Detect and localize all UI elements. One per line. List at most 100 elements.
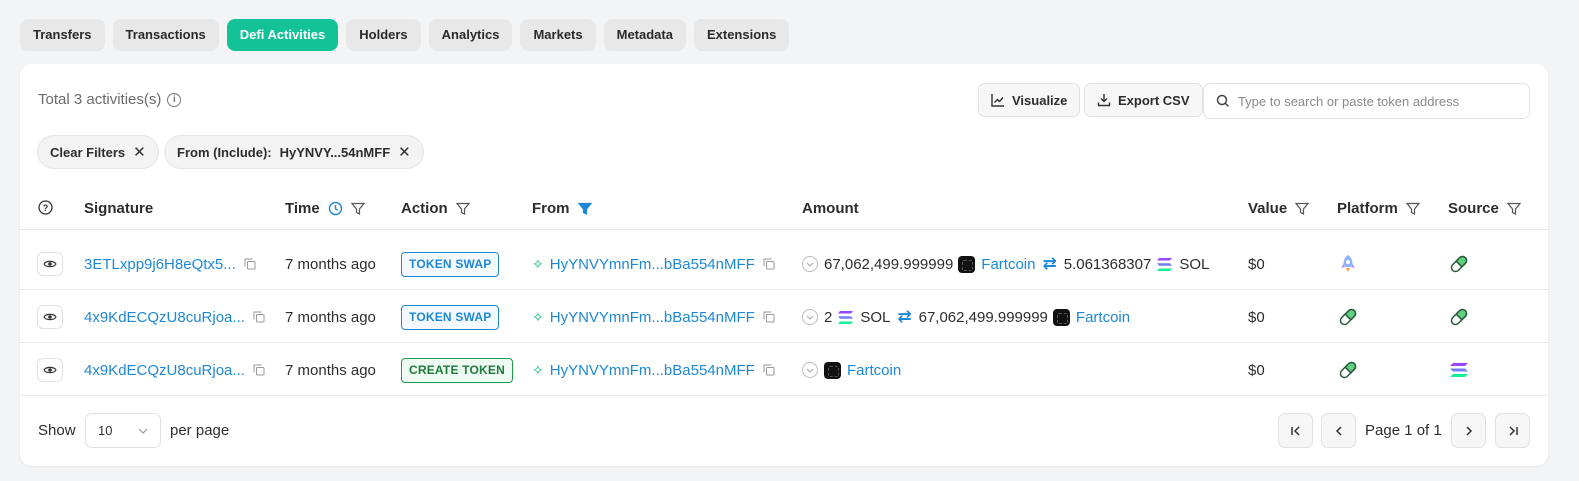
token-link[interactable]: Fartcoin: [847, 362, 901, 379]
from-filter-chip[interactable]: From (Include): HyYNVY...54nMFF ✕: [164, 135, 424, 169]
per-page-value: 10: [98, 423, 113, 438]
per-page-select[interactable]: 10: [85, 413, 161, 448]
clock-icon[interactable]: [328, 201, 343, 216]
action-badge: CREATE TOKEN: [401, 357, 513, 383]
tab-transactions[interactable]: Transactions: [112, 19, 219, 51]
fartcoin-token-icon: [1052, 308, 1070, 326]
chevron-right-icon: [1465, 425, 1472, 436]
last-page-button[interactable]: [1495, 413, 1530, 448]
pill-icon[interactable]: [1448, 306, 1470, 328]
show-label: Show: [38, 422, 76, 439]
copy-icon[interactable]: [763, 258, 775, 270]
value-cell: $0: [1248, 361, 1265, 379]
search-input[interactable]: [1237, 93, 1517, 109]
chevron-down-icon[interactable]: [802, 362, 818, 378]
token-out-label: SOL: [1179, 255, 1210, 273]
fartcoin-token-icon: [958, 255, 976, 273]
eye-icon[interactable]: [37, 358, 63, 382]
clear-filters-label: Clear Filters: [50, 144, 126, 160]
swap-arrows-icon: ⇄: [1042, 254, 1057, 273]
total-activities: Total 3 activities(s) i: [38, 91, 182, 108]
column-source: Source: [1448, 200, 1521, 217]
pill-icon[interactable]: [1337, 359, 1359, 381]
close-icon[interactable]: ✕: [133, 143, 146, 161]
prev-page-button[interactable]: [1321, 413, 1356, 448]
search-icon: [1216, 94, 1229, 108]
from-filter-label: From (Include):: [177, 144, 272, 160]
svg-text:?: ?: [43, 203, 49, 213]
filter-icon[interactable]: [1295, 202, 1310, 216]
column-time: Time: [285, 200, 365, 217]
amount-out: 5.061368307: [1063, 255, 1152, 273]
copy-icon[interactable]: [763, 364, 775, 376]
visualize-button[interactable]: Visualize: [978, 83, 1081, 117]
copy-icon[interactable]: [253, 311, 265, 323]
signature-link[interactable]: 4x9KdECQzU8cuRjoa...: [84, 362, 245, 379]
help-icon[interactable]: ?: [38, 200, 53, 215]
search-box: [1203, 83, 1530, 119]
pump-rocket-icon[interactable]: [1337, 253, 1359, 275]
fartcoin-token-icon: [824, 361, 841, 379]
first-page-icon: [1290, 425, 1300, 436]
activities-card: Total 3 activities(s) i Visualize Export…: [20, 64, 1548, 466]
amount-in: 67,062,499.999999: [824, 255, 954, 273]
next-page-button[interactable]: [1451, 413, 1486, 448]
download-icon: [1097, 94, 1111, 107]
time-cell: 7 months ago: [285, 255, 376, 273]
table-row: 3ETLxpp9j6H8eQtx5... 7 months ago TOKEN …: [20, 238, 1548, 290]
table-row: 4x9KdECQzU8cuRjoa... 7 months ago TOKEN …: [20, 291, 1548, 343]
per-page-label: per page: [170, 422, 230, 439]
signature-link[interactable]: 3ETLxpp9j6H8eQtx5...: [84, 256, 236, 273]
tab-extensions[interactable]: Extensions: [693, 19, 790, 51]
chevron-down-icon[interactable]: [802, 309, 818, 325]
value-cell: $0: [1248, 308, 1265, 326]
tab-holders[interactable]: Holders: [346, 19, 421, 51]
time-cell: 7 months ago: [285, 308, 376, 326]
filter-icon[interactable]: [455, 202, 470, 216]
pill-icon[interactable]: [1448, 253, 1470, 275]
from-address-link[interactable]: HyYNVYmnFm...bBa554nMFF: [550, 309, 755, 326]
from-address-link[interactable]: HyYNVYmnFm...bBa554nMFF: [550, 256, 755, 273]
from-address-link[interactable]: HyYNVYmnFm...bBa554nMFF: [550, 362, 755, 379]
sparkle-icon: ✧: [532, 361, 544, 378]
action-badge: TOKEN SWAP: [401, 251, 500, 277]
swap-arrows-icon: ⇄: [897, 307, 912, 326]
token-out-link[interactable]: Fartcoin: [1076, 309, 1130, 326]
page-indicator: Page 1 of 1: [1365, 422, 1442, 439]
filter-icon[interactable]: [1506, 202, 1521, 216]
tab-markets[interactable]: Markets: [520, 19, 596, 51]
pill-icon[interactable]: [1337, 306, 1359, 328]
column-from: From: [532, 200, 592, 217]
copy-icon[interactable]: [244, 258, 256, 270]
close-icon[interactable]: ✕: [398, 143, 411, 161]
chevron-down-icon[interactable]: [802, 256, 818, 272]
tab-transfers[interactable]: Transfers: [20, 19, 105, 51]
solana-token-icon: [838, 310, 854, 324]
pagination-bar: Show 10 per page Page 1 of 1: [20, 396, 1548, 466]
export-csv-button[interactable]: Export CSV: [1084, 83, 1203, 117]
tab-metadata[interactable]: Metadata: [603, 19, 686, 51]
value-cell: $0: [1248, 255, 1265, 273]
clear-filters-chip[interactable]: Clear Filters ✕: [37, 135, 159, 169]
filter-active-icon[interactable]: [577, 202, 592, 216]
chevron-down-icon: [138, 428, 148, 434]
eye-icon[interactable]: [37, 305, 63, 329]
copy-icon[interactable]: [253, 364, 265, 376]
solana-icon[interactable]: [1448, 359, 1470, 381]
chart-icon: [991, 94, 1004, 107]
column-amount: Amount: [802, 200, 859, 217]
first-page-button[interactable]: [1278, 413, 1313, 448]
copy-icon[interactable]: [763, 311, 775, 323]
tab-defi-activities[interactable]: Defi Activities: [226, 19, 339, 51]
tab-analytics[interactable]: Analytics: [428, 19, 513, 51]
eye-icon[interactable]: [37, 252, 63, 276]
filter-icon[interactable]: [350, 202, 365, 216]
info-icon[interactable]: i: [167, 92, 182, 107]
signature-link[interactable]: 4x9KdECQzU8cuRjoa...: [84, 309, 245, 326]
token-in-link[interactable]: Fartcoin: [981, 256, 1035, 273]
filter-icon[interactable]: [1405, 202, 1420, 216]
table-row: 4x9KdECQzU8cuRjoa... 7 months ago CREATE…: [20, 344, 1548, 396]
from-filter-value: HyYNVY...54nMFF: [279, 144, 391, 160]
last-page-icon: [1508, 425, 1518, 436]
amount-out: 67,062,499.999999: [918, 308, 1048, 326]
